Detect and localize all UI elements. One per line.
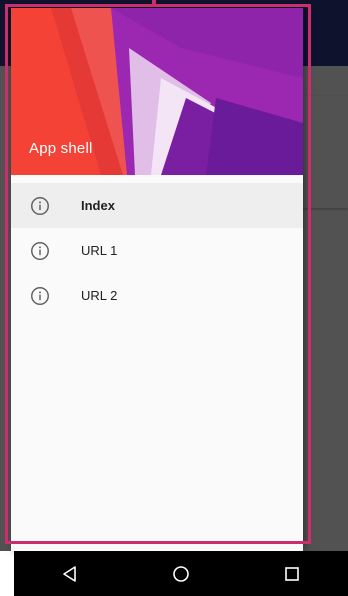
drawer-item-url-1[interactable]: URL 1 — [11, 228, 303, 273]
info-icon — [31, 286, 49, 305]
drawer-item-url-2[interactable]: URL 2 — [11, 273, 303, 318]
highlight-frame-tick — [152, 0, 156, 5]
drawer-item-label: Index — [81, 198, 115, 213]
home-icon — [173, 565, 189, 582]
navigation-drawer: App shell Index URL 1 URL 2 — [11, 8, 303, 551]
drawer-item-index[interactable]: Index — [11, 183, 303, 228]
drawer-header: App shell — [11, 8, 303, 175]
drawer-nav-list: Index URL 1 URL 2 — [11, 183, 303, 318]
back-button[interactable] — [50, 554, 90, 594]
back-icon — [62, 565, 76, 582]
drawer-header-title: App shell — [29, 140, 93, 157]
recents-button[interactable] — [272, 554, 312, 594]
info-icon — [31, 196, 49, 215]
recents-icon — [285, 566, 300, 581]
drawer-item-label: URL 1 — [81, 243, 118, 258]
system-navigation-bar — [14, 551, 348, 596]
info-icon — [31, 241, 49, 260]
drawer-item-label: URL 2 — [81, 288, 118, 303]
home-button[interactable] — [161, 554, 201, 594]
